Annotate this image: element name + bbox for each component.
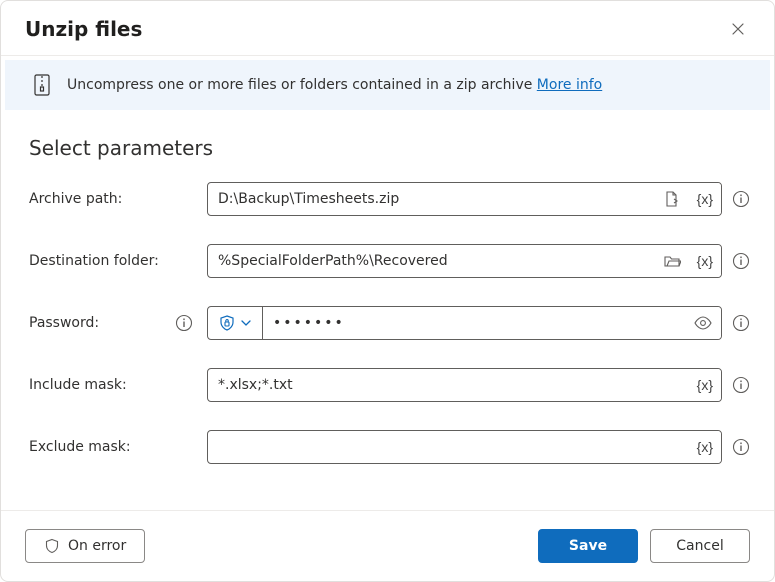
file-arrow-icon bbox=[663, 190, 681, 208]
variable-icon: {x} bbox=[697, 191, 713, 207]
variable-icon: {x} bbox=[697, 377, 713, 393]
secret-type-dropdown[interactable] bbox=[208, 307, 263, 339]
insert-variable-button[interactable]: {x} bbox=[689, 245, 721, 277]
unzip-files-dialog: Unzip files Uncompress one or more files… bbox=[0, 0, 775, 582]
archive-path-input[interactable] bbox=[208, 183, 655, 215]
label-password-text: Password: bbox=[29, 315, 99, 331]
row-destination: Destination folder: {x} bbox=[29, 244, 750, 278]
label-archive-path: Archive path: bbox=[29, 191, 207, 207]
shield-icon bbox=[44, 538, 60, 554]
dialog-title: Unzip files bbox=[25, 17, 142, 41]
folder-open-icon bbox=[663, 252, 681, 270]
help-destination[interactable] bbox=[732, 252, 750, 270]
dialog-footer: On error Save Cancel bbox=[1, 510, 774, 581]
dialog-body: Select parameters Archive path: {x} bbox=[1, 110, 774, 510]
dialog-header: Unzip files bbox=[1, 1, 774, 56]
row-include-mask: Include mask: {x} bbox=[29, 368, 750, 402]
help-password-left[interactable] bbox=[175, 314, 193, 332]
password-input[interactable] bbox=[263, 307, 685, 339]
insert-variable-button[interactable]: {x} bbox=[689, 183, 721, 215]
chevron-down-icon bbox=[240, 317, 252, 329]
zip-icon bbox=[33, 74, 53, 96]
insert-variable-button[interactable]: {x} bbox=[689, 369, 721, 401]
destination-input-group: {x} bbox=[207, 244, 722, 278]
save-button[interactable]: Save bbox=[538, 529, 638, 563]
field-destination: {x} bbox=[207, 244, 750, 278]
folder-picker-button[interactable] bbox=[655, 245, 689, 277]
label-include-mask: Include mask: bbox=[29, 377, 207, 393]
info-banner-message: Uncompress one or more files or folders … bbox=[67, 77, 537, 93]
cancel-label: Cancel bbox=[676, 538, 723, 554]
help-exclude-mask[interactable] bbox=[732, 438, 750, 456]
variable-icon: {x} bbox=[697, 253, 713, 269]
more-info-link[interactable]: More info bbox=[537, 77, 602, 93]
file-picker-button[interactable] bbox=[655, 183, 689, 215]
archive-path-input-group: {x} bbox=[207, 182, 722, 216]
field-password bbox=[207, 306, 750, 340]
label-destination: Destination folder: bbox=[29, 253, 207, 269]
variable-icon: {x} bbox=[697, 439, 713, 455]
on-error-label: On error bbox=[68, 538, 126, 554]
reveal-password-button[interactable] bbox=[685, 307, 721, 339]
insert-variable-button[interactable]: {x} bbox=[689, 431, 721, 463]
field-exclude-mask: {x} bbox=[207, 430, 750, 464]
close-icon bbox=[730, 21, 746, 37]
row-exclude-mask: Exclude mask: {x} bbox=[29, 430, 750, 464]
shield-lock-icon bbox=[218, 314, 236, 332]
close-button[interactable] bbox=[726, 17, 750, 41]
label-exclude-mask: Exclude mask: bbox=[29, 439, 207, 455]
save-label: Save bbox=[569, 538, 607, 554]
label-password: Password: bbox=[29, 314, 207, 332]
info-banner-text: Uncompress one or more files or folders … bbox=[67, 77, 602, 93]
destination-input[interactable] bbox=[208, 245, 655, 277]
on-error-button[interactable]: On error bbox=[25, 529, 145, 563]
help-password[interactable] bbox=[732, 314, 750, 332]
field-include-mask: {x} bbox=[207, 368, 750, 402]
eye-icon bbox=[693, 314, 713, 332]
help-archive-path[interactable] bbox=[732, 190, 750, 208]
cancel-button[interactable]: Cancel bbox=[650, 529, 750, 563]
password-input-group bbox=[207, 306, 722, 340]
info-banner: Uncompress one or more files or folders … bbox=[5, 60, 770, 110]
exclude-mask-input[interactable] bbox=[208, 431, 689, 463]
row-password: Password: bbox=[29, 306, 750, 340]
exclude-mask-input-group: {x} bbox=[207, 430, 722, 464]
section-title: Select parameters bbox=[29, 136, 750, 160]
include-mask-input-group: {x} bbox=[207, 368, 722, 402]
help-include-mask[interactable] bbox=[732, 376, 750, 394]
field-archive-path: {x} bbox=[207, 182, 750, 216]
row-archive-path: Archive path: {x} bbox=[29, 182, 750, 216]
include-mask-input[interactable] bbox=[208, 369, 689, 401]
